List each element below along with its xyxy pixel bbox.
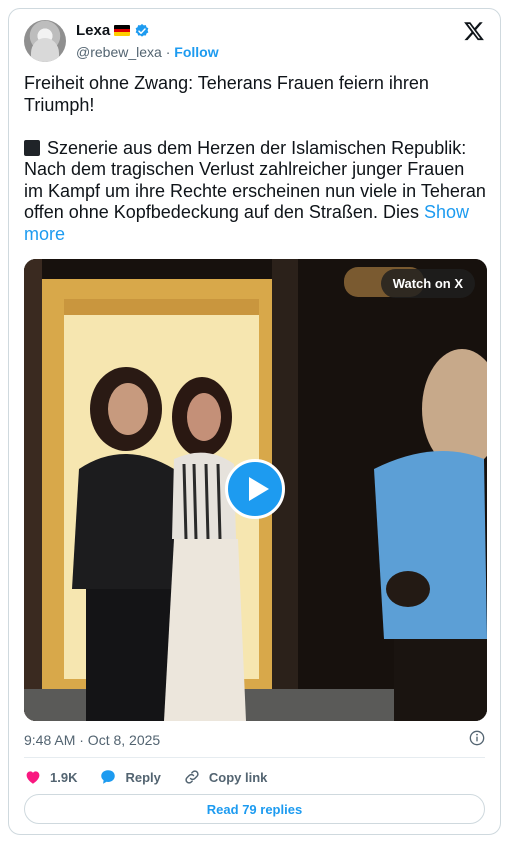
video-player[interactable]: Watch on X	[24, 259, 487, 721]
separator-dot: ·	[165, 44, 171, 60]
action-bar: 1.9K Reply Copy link	[24, 766, 289, 788]
tweet-headline: Freiheit ohne Zwang: Teherans Frauen fei…	[24, 73, 429, 115]
black-square-emoji-icon	[24, 139, 40, 156]
divider	[24, 757, 485, 758]
tweet-header: Lexa @rebew_lexa · Follow	[24, 20, 485, 64]
author-name[interactable]: Lexa	[76, 22, 110, 39]
like-count: 1.9K	[50, 769, 78, 785]
copy-link-label: Copy link	[208, 769, 268, 785]
info-icon[interactable]	[469, 730, 485, 746]
reply-bubble-icon	[101, 770, 116, 784]
watch-on-x-button[interactable]: Watch on X	[380, 269, 475, 298]
like-button[interactable]: 1.9K	[24, 768, 77, 786]
reply-label: Reply	[125, 769, 161, 785]
german-flag-icon	[114, 25, 131, 36]
verified-badge-icon	[135, 23, 149, 37]
tweet-text: Freiheit ohne Zwang: Teherans Frauen fei…	[24, 73, 487, 245]
author-handle[interactable]: @rebew_lexa	[76, 44, 162, 60]
follow-button[interactable]: Follow	[174, 44, 218, 60]
author-name-row: Lexa	[76, 22, 150, 39]
x-logo-icon[interactable]	[463, 20, 485, 42]
read-replies-button[interactable]: Read 79 replies	[24, 794, 485, 824]
reply-button[interactable]: Reply	[99, 768, 161, 786]
link-icon	[185, 770, 199, 784]
heart-icon	[26, 771, 40, 784]
tweet-timestamp[interactable]: 9:48 AM · Oct 8, 2025	[24, 732, 160, 748]
play-icon[interactable]	[225, 459, 285, 519]
tweet-card: Lexa @rebew_lexa · Follow Freiheit ohne …	[8, 8, 501, 835]
handle-row: @rebew_lexa · Follow	[76, 44, 219, 60]
copy-link-button[interactable]: Copy link	[183, 768, 268, 786]
avatar[interactable]	[24, 20, 66, 62]
tweet-body: Szenerie aus dem Herzen der Islamischen …	[24, 137, 491, 223]
